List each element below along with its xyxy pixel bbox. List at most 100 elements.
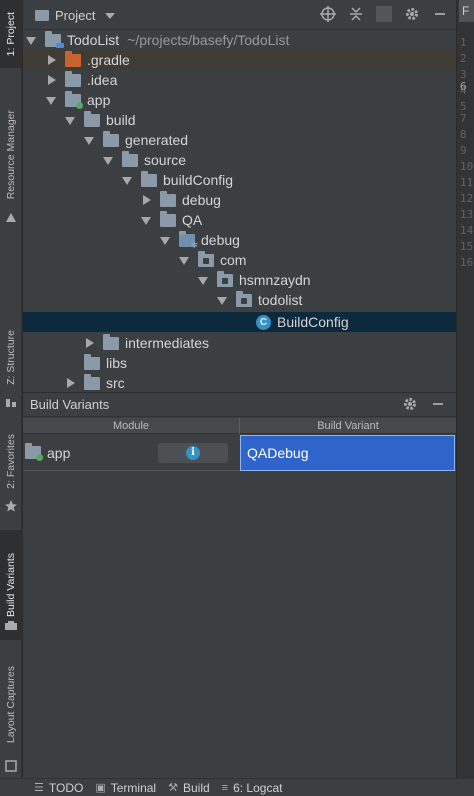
minimize-icon[interactable] bbox=[430, 396, 446, 415]
project-panel-title: Project bbox=[55, 8, 96, 23]
star-icon bbox=[5, 500, 17, 512]
line-number: 9 bbox=[460, 144, 467, 157]
line-number: 16 bbox=[460, 256, 474, 269]
package-icon bbox=[236, 290, 252, 307]
expand-arrow-icon[interactable] bbox=[45, 94, 57, 106]
tree-item-hsmnzaydn[interactable]: hsmnzaydn bbox=[23, 270, 456, 290]
tab-resource-manager[interactable]: Resource Manager bbox=[0, 100, 22, 210]
tree-item-qa-debug[interactable]: ✲ debug bbox=[23, 230, 456, 250]
tab-terminal-label: Terminal bbox=[110, 780, 157, 795]
expand-arrow-icon[interactable] bbox=[159, 234, 171, 246]
line-number: 1 bbox=[460, 36, 467, 49]
tree-item-todolist-package[interactable]: todolist bbox=[23, 290, 456, 310]
folder-icon bbox=[84, 373, 100, 390]
tree-item-label: debug bbox=[201, 232, 240, 248]
expand-arrow-icon[interactable] bbox=[197, 274, 209, 286]
minimize-icon[interactable] bbox=[432, 6, 448, 22]
line-number: 11 bbox=[460, 176, 474, 189]
locate-icon[interactable] bbox=[320, 6, 336, 22]
folder-icon bbox=[160, 190, 176, 207]
tree-item-libs[interactable]: libs bbox=[23, 353, 456, 373]
editor-tab[interactable]: F bbox=[459, 0, 474, 22]
expand-arrow-icon[interactable] bbox=[102, 154, 114, 166]
expand-arrow-icon[interactable] bbox=[64, 377, 76, 389]
tree-item-src[interactable]: src bbox=[23, 373, 456, 392]
tab-layout-captures-label: Layout Captures bbox=[5, 666, 17, 744]
terminal-icon: ▣ bbox=[95, 782, 106, 794]
project-view-selector[interactable]: Project bbox=[35, 8, 116, 23]
info-button[interactable]: i bbox=[158, 442, 228, 463]
expand-arrow-icon[interactable] bbox=[178, 254, 190, 266]
tree-item-intermediates[interactable]: intermediates bbox=[23, 333, 456, 353]
tree-item-generated[interactable]: generated bbox=[23, 130, 456, 150]
expand-arrow-icon[interactable] bbox=[25, 34, 37, 46]
tab-structure[interactable]: Z: Structure bbox=[0, 320, 22, 395]
tree-item-label: app bbox=[87, 92, 111, 108]
tree-item-label: build bbox=[106, 112, 136, 128]
tree-item-label: generated bbox=[125, 132, 189, 148]
line-number-current: 6 bbox=[460, 80, 467, 93]
expand-arrow-icon[interactable] bbox=[64, 114, 76, 126]
line-number: 10 bbox=[460, 160, 474, 173]
line-number: 2 bbox=[460, 52, 467, 65]
collapse-all-icon[interactable] bbox=[348, 6, 364, 22]
project-path: ~/projects/basefy/TodoList bbox=[127, 32, 290, 48]
tree-item-label: src bbox=[106, 375, 125, 391]
line-number: 13 bbox=[460, 208, 474, 221]
tab-todo[interactable]: ☰ TODO bbox=[34, 781, 83, 795]
expand-arrow-icon[interactable] bbox=[83, 337, 95, 349]
tree-item-com[interactable]: com bbox=[23, 250, 456, 270]
tree-item-qa[interactable]: QA bbox=[23, 210, 456, 230]
expand-arrow-icon[interactable] bbox=[83, 134, 95, 146]
tree-item-label: hsmnzaydn bbox=[239, 272, 311, 288]
tab-logcat[interactable]: ≡ 6: Logcat bbox=[222, 781, 283, 795]
left-tool-strip: 1: Project Resource Manager Z: Structure… bbox=[0, 0, 22, 778]
expand-arrow-icon[interactable] bbox=[140, 214, 152, 226]
tab-todo-label: TODO bbox=[48, 780, 84, 795]
tree-item-debug[interactable]: debug bbox=[23, 190, 456, 210]
tree-item-app[interactable]: app bbox=[23, 90, 456, 110]
tab-build-variants-label: Build Variants bbox=[5, 552, 17, 617]
expand-arrow-icon[interactable] bbox=[45, 54, 57, 66]
expand-arrow-icon[interactable] bbox=[216, 294, 228, 306]
header-divider bbox=[376, 6, 392, 22]
tab-build-label: Build bbox=[182, 780, 210, 795]
gear-icon[interactable] bbox=[404, 6, 420, 22]
folder-icon bbox=[103, 130, 119, 147]
module-cell[interactable]: app i bbox=[23, 435, 240, 471]
module-folder-icon bbox=[65, 90, 83, 109]
tab-project[interactable]: 1: Project bbox=[0, 0, 22, 68]
tree-item-todolist[interactable]: TodoList ~/projects/basefy/TodoList bbox=[23, 30, 456, 50]
build-variant-selector[interactable]: QADebug bbox=[240, 434, 455, 471]
line-number: 14 bbox=[460, 224, 474, 237]
tree-item-label: com bbox=[220, 252, 247, 268]
tree-item-source[interactable]: source bbox=[23, 150, 456, 170]
column-header-module[interactable]: Module bbox=[23, 418, 240, 434]
gear-icon[interactable] bbox=[402, 396, 418, 415]
folder-icon bbox=[65, 70, 81, 87]
tree-item-idea[interactable]: .idea bbox=[23, 70, 456, 90]
tree-item-build[interactable]: build bbox=[23, 110, 456, 130]
column-header-build-variant[interactable]: Build Variant bbox=[240, 418, 456, 434]
build-variants-header: Build Variants bbox=[23, 393, 456, 417]
tree-item-label: .gradle bbox=[87, 52, 130, 68]
tab-terminal[interactable]: ▣ Terminal bbox=[95, 781, 156, 795]
build-variants-actions bbox=[402, 396, 446, 415]
line-number: 15 bbox=[460, 240, 474, 253]
tab-logcat-label: 6: Logcat bbox=[233, 780, 283, 795]
build-variants-panel: Build Variants Module Build Variant app … bbox=[23, 392, 456, 778]
tree-item-gradle[interactable]: .gradle bbox=[23, 50, 456, 70]
project-panel-header: Project bbox=[23, 0, 456, 30]
expand-arrow-icon[interactable] bbox=[121, 174, 133, 186]
tree-item-buildconfig-class[interactable]: C BuildConfig bbox=[23, 312, 456, 332]
folder-icon bbox=[141, 170, 157, 187]
line-number: 8 bbox=[460, 128, 467, 141]
expand-arrow-icon[interactable] bbox=[45, 74, 57, 86]
tab-build[interactable]: ⚒ Build bbox=[168, 781, 210, 795]
tree-item-buildconfig-folder[interactable]: buildConfig bbox=[23, 170, 456, 190]
tab-favorites[interactable]: 2: Favorites bbox=[0, 425, 22, 497]
tab-layout-captures[interactable]: Layout Captures bbox=[0, 650, 22, 760]
folder-icon bbox=[103, 333, 119, 350]
expand-arrow-icon[interactable] bbox=[140, 194, 152, 206]
package-icon bbox=[198, 250, 214, 267]
